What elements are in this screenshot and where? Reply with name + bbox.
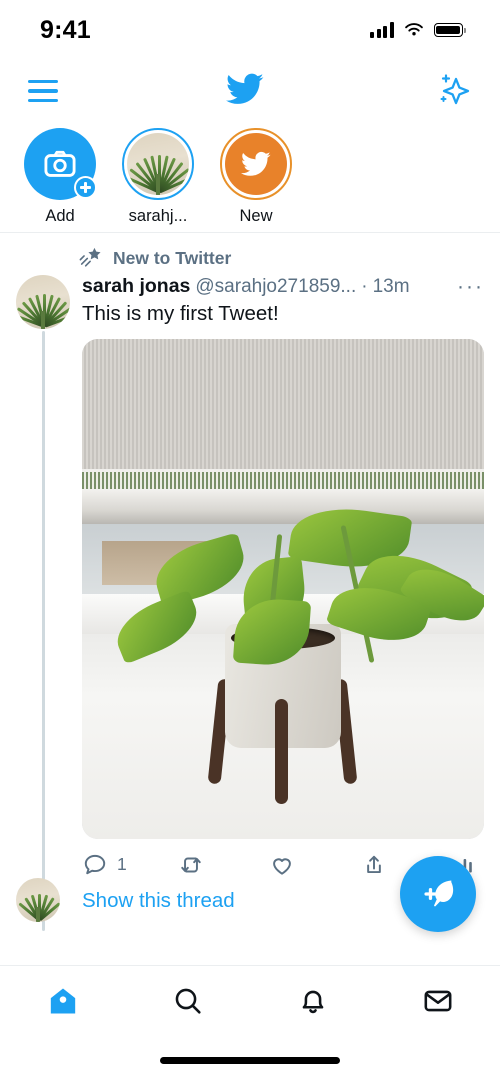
status-bar-clock: 9:41 [40, 15, 91, 44]
tweet-meta: sarah jonas @sarahjo271859... · 13m ··· [82, 275, 484, 298]
status-bar-indicators [370, 22, 466, 38]
sparkle-icon[interactable] [432, 69, 472, 114]
tweet-more-options-icon[interactable]: ··· [451, 276, 484, 297]
compose-tweet-fab[interactable] [400, 856, 476, 932]
retweet-icon [181, 857, 201, 873]
envelope-icon [424, 990, 451, 1012]
tab-home[interactable] [0, 984, 125, 1018]
author-name[interactable]: sarah jonas [82, 275, 190, 298]
bell-icon [302, 990, 323, 1014]
plant-avatar [16, 878, 60, 922]
plus-badge-icon [74, 176, 97, 199]
tab-notifications[interactable] [250, 984, 375, 1018]
plant-avatar [16, 275, 70, 329]
fleet-label: New [239, 207, 273, 225]
twitter-bird-logo-icon[interactable] [222, 70, 268, 113]
tweet-card: New to Twitter sarah jonas @sarahjo27185… [0, 233, 500, 931]
hamburger-menu-icon[interactable] [28, 80, 58, 102]
fleet-item-sarahj[interactable]: sarahj... [120, 128, 196, 226]
avatar[interactable] [16, 275, 70, 329]
reply-icon [84, 854, 106, 874]
twitter-mobile-screen: 9:41 Add sarahj... New New to Twitter sa… [0, 0, 500, 1080]
fleet-item-new[interactable]: New [218, 128, 294, 226]
plant-avatar [127, 133, 189, 195]
home-icon [50, 988, 75, 1014]
fleet-label: sarahj... [128, 207, 188, 225]
search-icon [175, 988, 201, 1014]
cellular-signal-icon [370, 22, 394, 38]
heart-icon [273, 858, 291, 875]
camera-icon [44, 150, 76, 177]
compose-feather-plus-icon [424, 880, 454, 907]
share-icon [367, 855, 381, 873]
tweet-image[interactable] [82, 338, 484, 839]
battery-full-icon [433, 23, 466, 37]
author-handle[interactable]: @sarahjo271859... [195, 276, 356, 298]
tweet-context-row: New to Twitter [16, 245, 484, 271]
tweet-context-label: New to Twitter [113, 247, 232, 268]
fleet-add-button[interactable]: Add [22, 128, 98, 226]
fleet-label: Add [45, 207, 75, 225]
like-button[interactable] [269, 852, 361, 878]
avatar-column [16, 275, 70, 931]
fleets-row: Add sarahj... New [0, 122, 500, 232]
thread-connector-line [42, 331, 45, 931]
reply-button[interactable]: 1 [82, 852, 177, 878]
tweet-body: sarah jonas @sarahjo271859... · 13m ··· … [82, 275, 484, 913]
reply-count: 1 [117, 854, 127, 875]
meta-separator: · [361, 275, 368, 297]
tab-search[interactable] [125, 984, 250, 1018]
thread-bottom-avatar-wrap [16, 878, 60, 922]
home-indicator [160, 1057, 340, 1064]
avatar[interactable] [16, 878, 60, 922]
status-bar: 9:41 [0, 0, 500, 60]
shooting-star-icon [79, 247, 101, 267]
bottom-tab-bar [0, 965, 500, 1080]
twitter-bird-icon [241, 151, 271, 176]
retweet-button[interactable] [177, 852, 269, 878]
tab-messages[interactable] [375, 984, 500, 1018]
tweet-timestamp[interactable]: 13m [373, 276, 410, 298]
wifi-icon [404, 23, 423, 36]
top-nav-bar [0, 60, 500, 122]
tweet-text: This is my first Tweet! [82, 302, 279, 325]
